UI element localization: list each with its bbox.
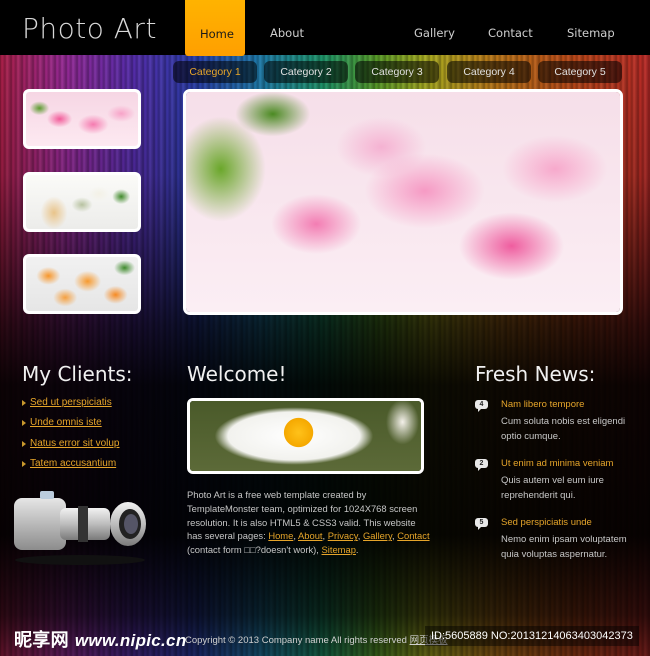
peony-image bbox=[26, 92, 138, 146]
daisy-image bbox=[190, 401, 421, 471]
welcome-heading: Welcome! bbox=[187, 362, 287, 386]
news-body: Cum soluta nobis est eligendi optio cumq… bbox=[501, 416, 626, 442]
client-item: Sed ut perspiciatis bbox=[22, 397, 119, 417]
welcome-image-frame bbox=[187, 398, 424, 474]
news-title-link[interactable]: Ut enim ad minima veniam bbox=[501, 458, 613, 469]
link-contact[interactable]: Contact bbox=[397, 530, 429, 541]
category-3[interactable]: Category 3 bbox=[355, 61, 439, 83]
category-1[interactable]: Category 1 bbox=[173, 61, 257, 83]
camera-image bbox=[14, 491, 146, 565]
link-home[interactable]: Home bbox=[268, 530, 293, 541]
nav-home-label: Home bbox=[200, 27, 234, 41]
nav-home[interactable]: Home bbox=[185, 0, 245, 56]
news-title-link[interactable]: Sed perspiciatis unde bbox=[501, 517, 592, 528]
client-link[interactable]: Sed ut perspiciatis bbox=[30, 397, 112, 408]
hero-tulips-image bbox=[186, 92, 620, 312]
roses-image bbox=[26, 257, 138, 311]
spa-image bbox=[26, 175, 138, 229]
comment-count-icon: 4 bbox=[475, 400, 488, 412]
clients-list: Sed ut perspiciatis Unde omnis iste Natu… bbox=[22, 397, 119, 478]
category-5[interactable]: Category 5 bbox=[538, 61, 622, 83]
watermark-logo: 昵享网 www.nipic.cn bbox=[14, 626, 187, 652]
welcome-text: Photo Art is a free web template created… bbox=[187, 488, 432, 557]
watermark-id: ID:5605889 NO:20131214063403042373 bbox=[425, 626, 639, 646]
nav-about[interactable]: About bbox=[270, 26, 304, 40]
client-link[interactable]: Natus error sit volup bbox=[30, 438, 119, 449]
copyright-text: Copyright © 2013 Company name All rights… bbox=[185, 635, 410, 646]
contact-note: (contact form □□?doesn't work), bbox=[187, 544, 322, 556]
category-2[interactable]: Category 2 bbox=[264, 61, 348, 83]
client-item: Unde omnis iste bbox=[22, 417, 119, 437]
nav-contact[interactable]: Contact bbox=[488, 26, 533, 40]
site-logo[interactable]: Photo Art bbox=[22, 12, 157, 45]
link-privacy[interactable]: Privacy bbox=[328, 530, 358, 541]
arrow-icon bbox=[22, 400, 26, 406]
client-link[interactable]: Tatem accusantium bbox=[30, 458, 116, 469]
arrow-icon bbox=[22, 440, 26, 447]
comment-count-icon: 5 bbox=[475, 518, 488, 530]
client-link[interactable]: Unde omnis iste bbox=[30, 417, 102, 428]
link-sitemap[interactable]: Sitemap bbox=[322, 544, 356, 555]
category-4[interactable]: Category 4 bbox=[447, 61, 531, 83]
arrow-icon bbox=[22, 460, 26, 467]
link-gallery[interactable]: Gallery bbox=[363, 530, 392, 541]
news-heading: Fresh News: bbox=[475, 362, 596, 386]
thumbnail-spa[interactable] bbox=[23, 172, 141, 232]
arrow-icon bbox=[22, 420, 26, 427]
header: Photo Art Home About Gallery Contact Sit… bbox=[0, 0, 650, 56]
copyright: Copyright © 2013 Company name All rights… bbox=[185, 632, 448, 646]
watermark-cn: 昵享网 bbox=[14, 630, 69, 650]
hero-image-frame bbox=[183, 89, 623, 315]
watermark-url: www.nipic.cn bbox=[74, 631, 187, 650]
news-body: Quis autem vel eum iure reprehenderit qu… bbox=[501, 475, 604, 501]
period: . bbox=[355, 544, 359, 556]
comment-count-icon: 2 bbox=[475, 459, 488, 471]
news-body: Nemo enim ipsam voluptatem quia voluptas… bbox=[501, 534, 627, 560]
client-item: Tatem accusantium bbox=[22, 458, 119, 478]
nav-sitemap[interactable]: Sitemap bbox=[567, 26, 615, 40]
thumbnail-roses[interactable] bbox=[23, 254, 141, 314]
link-about[interactable]: About bbox=[298, 530, 323, 541]
nav-gallery[interactable]: Gallery bbox=[414, 26, 455, 40]
news-title-link[interactable]: Nam libero tempore bbox=[501, 399, 584, 410]
clients-heading: My Clients: bbox=[22, 362, 133, 386]
thumbnail-peonies[interactable] bbox=[23, 89, 141, 149]
client-item: Natus error sit volup bbox=[22, 438, 119, 458]
